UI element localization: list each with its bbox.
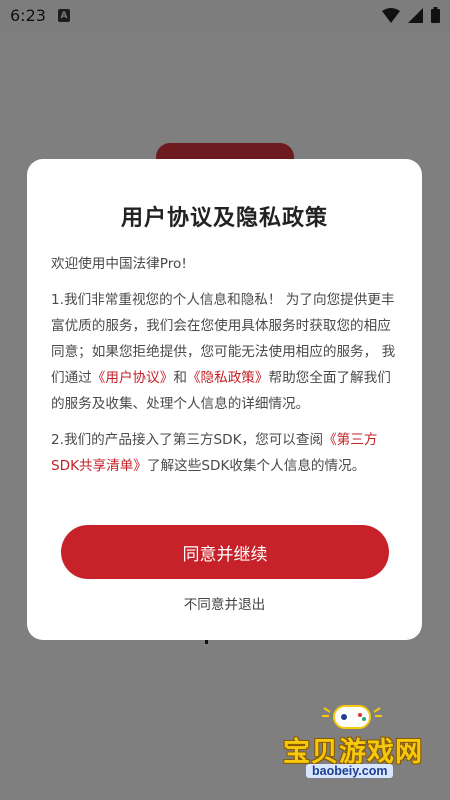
agree-continue-button[interactable]: 同意并继续 — [61, 525, 389, 579]
paragraph-1-text-b: 和 — [173, 370, 187, 386]
paragraph-2: 2.我们的产品接入了第三方SDK，您可以查阅《第三方SDK共享清单》了解这些SD… — [51, 427, 401, 479]
notification-a-icon: A — [58, 9, 70, 22]
signal-icon — [408, 7, 423, 23]
dialog-body: 欢迎使用中国法律Pro! 1.我们非常重视您的个人信息和隐私！ 为了向您提供更丰… — [51, 251, 401, 479]
paragraph-2-text-b: 了解这些SDK收集个人信息的情况。 — [146, 458, 366, 474]
user-agreement-link[interactable]: 《用户协议》 — [92, 370, 174, 386]
dialog-title: 用户协议及隐私政策 — [120, 206, 328, 231]
welcome-text: 欢迎使用中国法律Pro! — [51, 256, 187, 272]
status-bar: 6:23 A — [0, 0, 450, 32]
watermark: 宝贝游戏网 baobeiy.com — [268, 700, 438, 790]
privacy-dialog: 用户协议及隐私政策 欢迎使用中国法律Pro! 1.我们非常重视您的个人信息和隐私… — [27, 159, 422, 640]
privacy-policy-link[interactable]: 《隐私政策》 — [187, 370, 269, 386]
status-time: 6:23 — [10, 6, 46, 25]
paragraph-2-text-a: 2.我们的产品接入了第三方SDK，您可以查阅 — [51, 432, 324, 448]
battery-icon — [431, 7, 440, 23]
paragraph-1: 1.我们非常重视您的个人信息和隐私！ 为了向您提供更丰富优质的服务，我们会在您使… — [51, 287, 401, 417]
status-icons — [382, 7, 440, 23]
disagree-exit-button[interactable]: 不同意并退出 — [27, 593, 422, 613]
watermark-url: baobeiy.com — [306, 764, 394, 778]
wifi-icon — [382, 7, 400, 23]
